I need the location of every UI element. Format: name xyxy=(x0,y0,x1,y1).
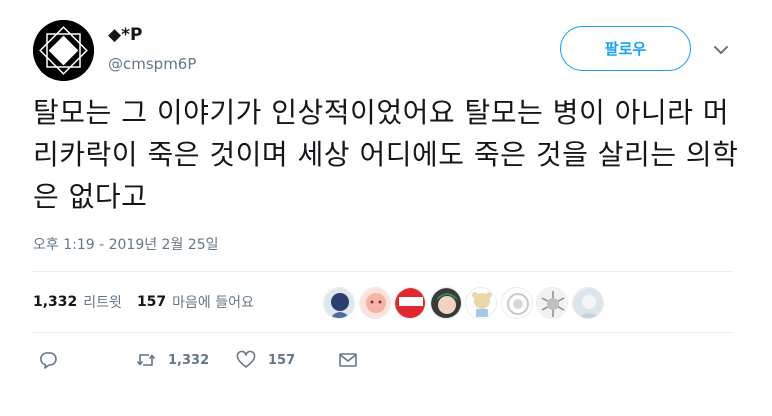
retweet-count: 1,332 xyxy=(168,352,210,368)
follow-button[interactable]: 팔로우 xyxy=(560,26,691,71)
liker-avatar[interactable] xyxy=(500,287,533,319)
liker-avatar-1-icon xyxy=(324,288,354,318)
liker-avatar[interactable] xyxy=(358,287,391,319)
retweets-count: 1,332 xyxy=(33,294,78,310)
liker-avatar[interactable] xyxy=(465,287,497,319)
direct-message-button[interactable] xyxy=(338,350,358,370)
liker-avatar-4-icon xyxy=(430,288,461,318)
reply-button[interactable] xyxy=(38,350,58,370)
retweets-label: 리트윗 xyxy=(83,295,122,311)
more-options-button[interactable] xyxy=(712,42,730,56)
reply-icon xyxy=(40,352,57,369)
retweet-button[interactable]: 1,332 xyxy=(136,350,209,370)
envelope-icon xyxy=(339,353,357,367)
likers-avatars xyxy=(323,287,607,319)
liker-avatar-6-icon xyxy=(501,288,532,318)
profile-avatar-icon xyxy=(33,20,94,81)
tweet-timestamp[interactable]: 오후 1:19 - 2019년 2월 25일 xyxy=(33,234,219,254)
liker-avatar-3-icon xyxy=(395,288,425,318)
heart-icon xyxy=(236,350,256,368)
user-handle[interactable]: @cmspm6P xyxy=(108,55,196,73)
likes-label: 마음에 들어요 xyxy=(172,295,254,311)
likes-stat[interactable]: 157 마음에 들어요 xyxy=(137,292,254,312)
liker-avatar[interactable] xyxy=(429,287,462,319)
retweet-icon xyxy=(136,354,156,366)
liker-avatar[interactable] xyxy=(571,287,604,319)
liker-avatar-8-icon xyxy=(572,288,603,318)
like-button[interactable]: 157 xyxy=(236,350,295,370)
liker-avatar[interactable] xyxy=(536,287,568,319)
display-name[interactable]: ◆*P xyxy=(108,25,142,45)
like-count: 157 xyxy=(268,352,296,368)
chevron-down-icon xyxy=(714,46,728,54)
tweet-text: 탈모는 그 이야기가 인상적이었어요 탈모는 병이 아니라 머리카락이 죽은 것… xyxy=(33,96,739,213)
liker-avatar-7-icon xyxy=(537,288,567,318)
tweet-stats: 1,332 리트윗 157 마음에 들어요 xyxy=(33,292,269,312)
liker-avatar-2-icon xyxy=(359,288,390,318)
divider xyxy=(33,332,733,333)
liker-avatar[interactable] xyxy=(394,287,426,319)
liker-avatar[interactable] xyxy=(323,287,355,319)
likes-count: 157 xyxy=(136,294,167,310)
profile-avatar[interactable] xyxy=(33,20,94,81)
liker-avatar-5-icon xyxy=(466,288,496,318)
retweets-stat[interactable]: 1,332 리트윗 xyxy=(33,292,122,312)
divider xyxy=(33,271,733,272)
